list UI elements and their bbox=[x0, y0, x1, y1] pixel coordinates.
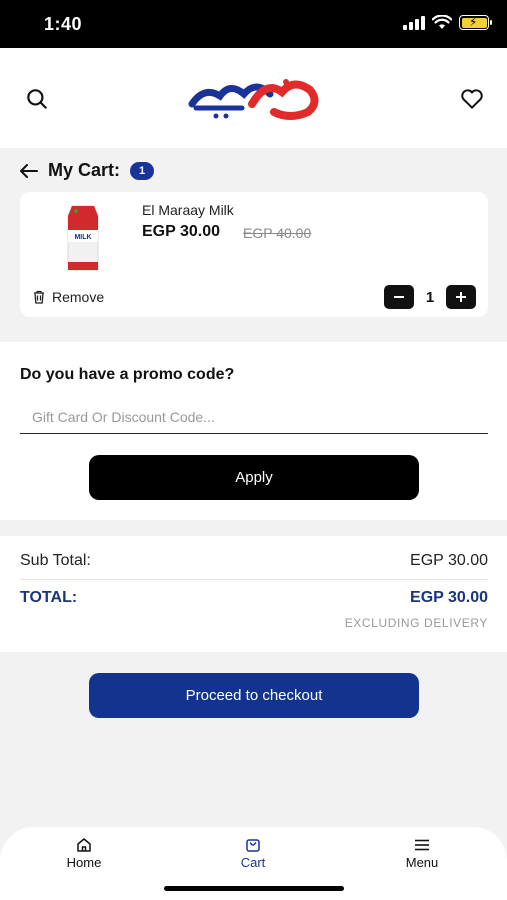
minus-icon bbox=[394, 296, 404, 298]
promo-label: Do you have a promo code? bbox=[20, 366, 235, 383]
decrease-quantity-button[interactable] bbox=[384, 285, 414, 309]
cart-heading: My Cart: 1 bbox=[20, 160, 155, 181]
checkout-button[interactable]: Proceed to checkout bbox=[89, 673, 419, 718]
product-image-label: MILK bbox=[74, 234, 91, 241]
total-label: TOTAL: bbox=[20, 589, 78, 606]
subtotal-row: Sub Total: EGP 30.00 bbox=[20, 552, 488, 580]
cart-item-card: MILK El Maraay Milk EGP 30.00 EGP 40.00 … bbox=[20, 192, 488, 317]
totals-section: Sub Total: EGP 30.00 TOTAL: EGP 30.00 EX… bbox=[0, 536, 507, 652]
search-icon[interactable] bbox=[24, 86, 50, 112]
promo-code-input[interactable] bbox=[20, 400, 488, 434]
product-price: EGP 30.00 bbox=[142, 223, 220, 240]
back-arrow-icon[interactable] bbox=[20, 163, 38, 178]
wifi-icon bbox=[432, 15, 452, 29]
cart-title: My Cart: bbox=[48, 160, 121, 180]
status-bar: 1:40 ⚡ bbox=[0, 0, 507, 48]
excluding-delivery-note: EXCLUDING DELIVERY bbox=[344, 616, 488, 630]
status-time: 1:40 bbox=[44, 14, 83, 34]
quantity-stepper: 1 bbox=[384, 285, 476, 309]
subtotal-label: Sub Total: bbox=[20, 552, 91, 569]
trash-icon bbox=[34, 290, 44, 304]
signal-icon bbox=[403, 15, 425, 30]
total-row: TOTAL: EGP 30.00 bbox=[20, 589, 488, 607]
apply-button[interactable]: Apply bbox=[89, 455, 419, 500]
app-header bbox=[0, 48, 507, 148]
status-icons: ⚡ bbox=[403, 15, 492, 30]
nav-cart-label: Cart bbox=[240, 855, 266, 870]
home-indicator[interactable] bbox=[164, 886, 344, 891]
nav-menu[interactable]: Menu bbox=[377, 837, 467, 870]
plus-icon bbox=[456, 292, 466, 302]
cart-count-badge: 1 bbox=[130, 161, 155, 180]
battery-icon: ⚡ bbox=[459, 15, 492, 30]
home-icon bbox=[77, 838, 91, 852]
product-old-price: EGP 40.00 bbox=[243, 225, 312, 241]
product-image[interactable]: MILK bbox=[64, 202, 102, 272]
nav-home[interactable]: Home bbox=[39, 837, 129, 870]
nav-menu-label: Menu bbox=[405, 855, 439, 870]
promo-section: Do you have a promo code? Apply bbox=[0, 342, 507, 520]
total-value: EGP 30.00 bbox=[410, 589, 488, 606]
brand-logo[interactable] bbox=[186, 74, 326, 122]
remove-button[interactable]: Remove bbox=[32, 289, 104, 305]
quantity-value: 1 bbox=[425, 288, 435, 306]
increase-quantity-button[interactable] bbox=[446, 285, 476, 309]
subtotal-value: EGP 30.00 bbox=[410, 552, 488, 569]
nav-home-label: Home bbox=[66, 855, 102, 870]
remove-label: Remove bbox=[52, 289, 105, 305]
shopping-bag-icon bbox=[246, 839, 260, 852]
nav-cart[interactable]: Cart bbox=[208, 837, 298, 870]
product-name[interactable]: El Maraay Milk bbox=[142, 202, 234, 218]
menu-icon bbox=[415, 839, 429, 851]
heart-icon[interactable] bbox=[459, 86, 485, 112]
